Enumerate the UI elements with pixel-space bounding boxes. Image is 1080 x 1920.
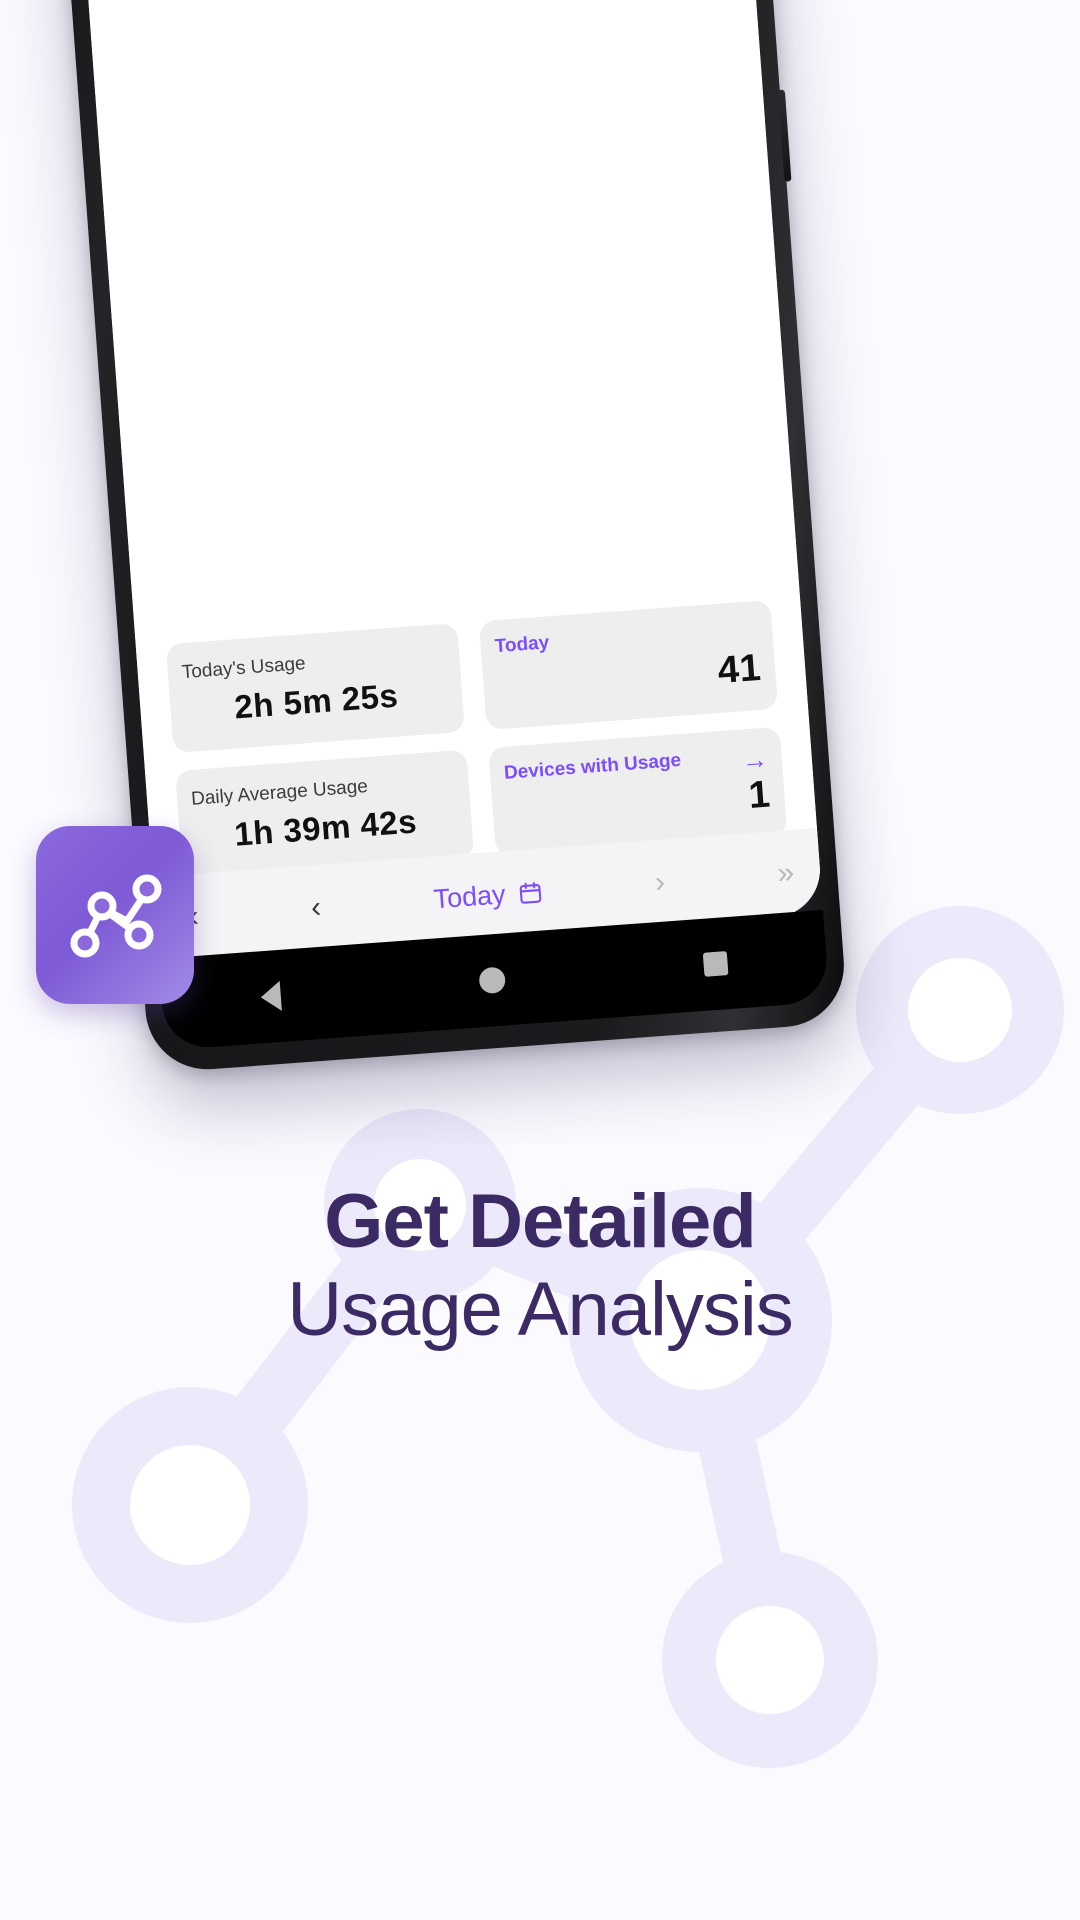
stat-label: Devices with Usage — [503, 749, 682, 784]
arrow-right-icon[interactable]: → — [741, 744, 769, 776]
stat-value: 41 — [716, 646, 763, 692]
stat-card-today-count[interactable]: Today 41 — [478, 599, 779, 731]
date-picker[interactable]: Today — [432, 876, 543, 915]
phone-screen: Today's Usage 2h 5m 25s Today 41 Daily A… — [59, 0, 824, 963]
back-triangle-icon[interactable] — [260, 980, 283, 1013]
stat-value: 2h 5m 25s — [233, 676, 400, 725]
next-day-button[interactable]: › — [654, 865, 666, 900]
promo-headline: Get Detailed Usage Analysis — [0, 1178, 1080, 1354]
stat-value: 1h 39m 42s — [232, 801, 419, 853]
stat-card-todays-usage[interactable]: Today's Usage 2h 5m 25s — [165, 622, 465, 754]
home-circle-icon[interactable] — [478, 966, 507, 995]
headline-line-2: Usage Analysis — [287, 1267, 794, 1353]
headline-line-1: Get Detailed — [324, 1179, 756, 1264]
previous-day-button[interactable]: ‹ — [310, 891, 322, 926]
app-scroll-area[interactable]: Today's Usage 2h 5m 25s Today 41 Daily A… — [82, 0, 823, 963]
app-screen: Today's Usage 2h 5m 25s Today 41 Daily A… — [59, 0, 824, 963]
node-graph-icon — [70, 874, 162, 958]
last-page-button[interactable]: » — [776, 856, 795, 891]
app-icon-badge — [36, 826, 194, 1004]
current-date-label: Today — [432, 878, 507, 914]
calendar-icon — [519, 881, 541, 904]
recents-square-icon[interactable] — [702, 951, 729, 977]
